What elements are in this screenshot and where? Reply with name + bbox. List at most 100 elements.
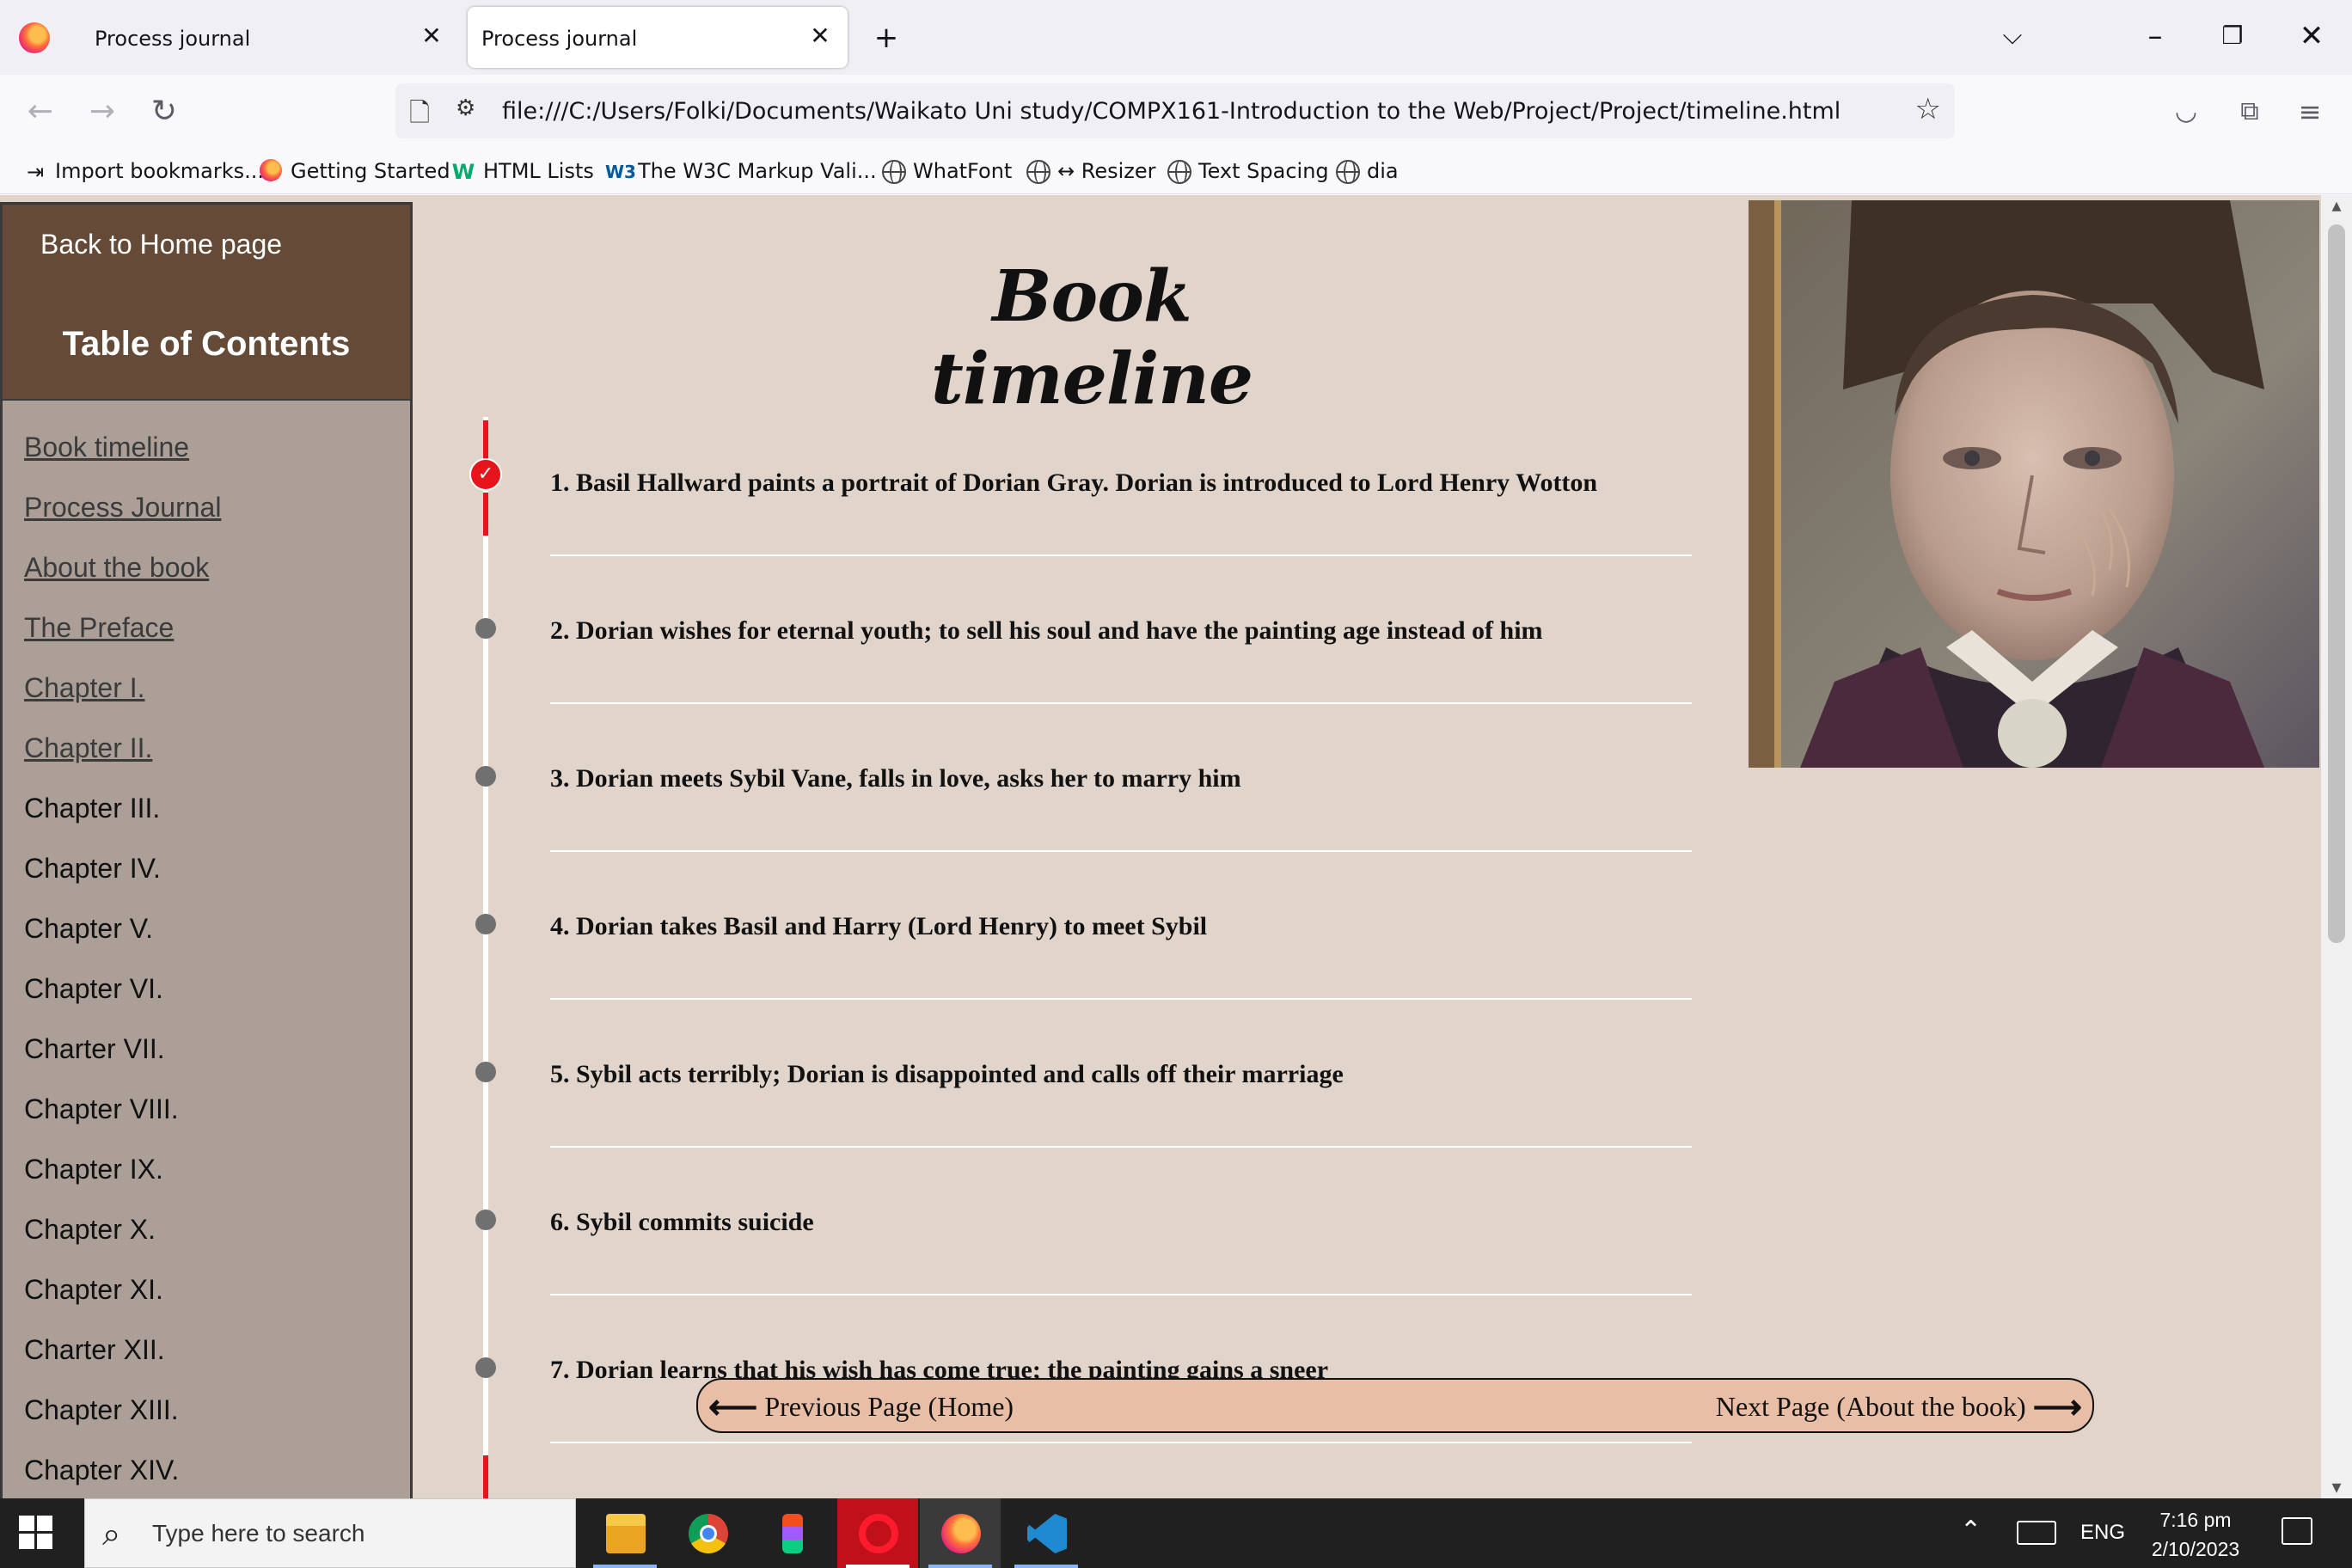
timeline-dot [475, 766, 496, 787]
back-to-home-link[interactable]: Back to Home page [40, 229, 282, 260]
scroll-up-arrow-icon[interactable]: ▴ [2321, 195, 2352, 217]
timeline-progress-bottom [483, 493, 488, 536]
close-window-icon[interactable]: ✕ [2292, 19, 2331, 53]
tab-process-journal-2[interactable]: Process journal ✕ [468, 7, 848, 68]
firefox-taskbar-icon[interactable] [920, 1498, 1001, 1568]
restore-window-icon[interactable]: ❐ [2213, 19, 2252, 53]
hamburger-menu-icon[interactable]: ≡ [2290, 92, 2330, 132]
show-hidden-icons-chevron-icon[interactable]: ⌃ [1960, 1516, 1981, 1546]
timeline-event-text: 2. Dorian wishes for eternal youth; to s… [550, 616, 1543, 645]
navigation-toolbar: ← → ↻ 🗋 ⚙ file:///C:/Users/Folki/Documen… [0, 75, 2352, 148]
language-indicator[interactable]: ENG [2080, 1521, 2125, 1545]
permissions-icon[interactable]: ⚙ [456, 95, 475, 121]
w3c-icon: W3 [605, 162, 636, 182]
vertical-scrollbar[interactable]: ▴ ▾ [2321, 195, 2352, 1498]
page-file-icon: 🗋 [409, 98, 431, 128]
close-tab-icon[interactable]: ✕ [805, 21, 836, 52]
new-tab-button[interactable]: + [867, 21, 906, 55]
toc-item[interactable]: Book timeline [24, 430, 221, 490]
chrome-icon[interactable] [667, 1498, 748, 1568]
previous-page-link[interactable]: ⟵ Previous Page (Home) [708, 1387, 1014, 1427]
bookmark-dia[interactable]: dia [1336, 156, 1399, 186]
toc-item[interactable]: Chapter II. [24, 731, 221, 791]
opera-icon[interactable] [837, 1498, 918, 1568]
windows-start-icon[interactable] [19, 1516, 53, 1550]
timeline-dot [475, 1357, 496, 1378]
close-tab-icon[interactable]: ✕ [416, 21, 447, 52]
bookmark-text-spacing[interactable]: Text Spacing [1167, 156, 1329, 186]
firefox-menu-icon[interactable] [19, 22, 50, 53]
toc-item: Chapter III. [24, 793, 161, 824]
toc-item: Chapter V. [24, 913, 154, 944]
page-viewport: Back to Home page Table of Contents Book… [0, 195, 2352, 1498]
tab-title: Process journal [481, 27, 638, 51]
bookmark-w3c-validator[interactable]: W3The W3C Markup Vali... [605, 156, 877, 186]
bookmark-resizer[interactable]: ↔ Resizer [1026, 156, 1156, 186]
toc-item: Chapter IV. [24, 853, 161, 884]
toc-item[interactable]: Chapter I. [24, 671, 221, 731]
toc-item: Chapter X. [24, 1214, 156, 1245]
timeline-event-text: 6. Sybil commits suicide [550, 1208, 814, 1236]
figma-icon[interactable] [751, 1498, 832, 1568]
extensions-icon[interactable]: ⧉ [2230, 92, 2269, 132]
notifications-icon[interactable] [2282, 1517, 2312, 1545]
globe-icon [1026, 160, 1050, 184]
timeline-progress-top [483, 420, 488, 460]
toc-item: Chapter IX. [24, 1154, 163, 1185]
toc-item: Chapter VI. [24, 973, 163, 1004]
timeline-dot [475, 1210, 496, 1230]
timeline-event: 5. Sybil acts terribly; Dorian is disapp… [550, 1000, 1692, 1148]
back-arrow-icon[interactable]: ← [21, 92, 60, 132]
import-icon: ⇥ [26, 160, 45, 184]
file-explorer-icon[interactable] [585, 1498, 665, 1568]
bookmark-star-icon[interactable]: ☆ [1915, 92, 1941, 126]
clock[interactable]: 7:16 pm 2/10/2023 [2144, 1505, 2247, 1564]
list-tabs-chevron-icon[interactable]: ⌵ [1993, 19, 2032, 53]
timeline-event: 6. Sybil commits suicide [550, 1148, 1692, 1295]
reload-icon[interactable]: ↻ [144, 92, 184, 132]
timeline-dot [475, 914, 496, 934]
toc-item: Charter XII. [24, 1334, 165, 1365]
tab-title: Process journal [95, 27, 251, 51]
timeline-event: 1. Basil Hallward paints a portrait of D… [550, 408, 1692, 556]
bookmark-getting-started[interactable]: Getting Started [258, 156, 450, 186]
timeline-event: 4. Dorian takes Basil and Harry (Lord He… [550, 852, 1692, 1000]
sidebar: Back to Home page Table of Contents Book… [0, 202, 413, 1498]
search-placeholder: Type here to search [152, 1520, 365, 1547]
toc-list: Book timeline Process Journal About the bo… [24, 430, 221, 1498]
timeline-dot [475, 618, 496, 639]
next-page-link[interactable]: Next Page (About the book) ⟶ [1716, 1387, 2082, 1427]
bookmark-html-lists[interactable]: W HTML Lists [450, 156, 594, 186]
minimize-window-icon[interactable]: – [2135, 19, 2175, 53]
w3schools-icon: W [451, 160, 475, 184]
toc-item: Chapter XIII. [24, 1394, 179, 1425]
timeline-check-icon: ✓ [469, 458, 502, 491]
forward-arrow-icon[interactable]: → [83, 92, 122, 132]
globe-icon [1167, 160, 1191, 184]
tab-process-journal-1[interactable]: Process journal ✕ [81, 7, 459, 68]
timeline-event: 3. Dorian meets Sybil Vane, falls in lov… [550, 704, 1692, 852]
left-arrow-icon: ⟵ [708, 1387, 758, 1426]
timeline-track [483, 417, 488, 1498]
toc-item[interactable]: Process Journal [24, 490, 221, 550]
bookmark-import[interactable]: ⇥ Import bookmarks... [22, 156, 264, 186]
url-text[interactable]: file:///C:/Users/Folki/Documents/Waikato… [502, 98, 1841, 125]
address-bar[interactable]: 🗋 ⚙ file:///C:/Users/Folki/Documents/Wai… [395, 83, 1955, 138]
toc-item: Chapter XIV. [24, 1455, 180, 1485]
touch-keyboard-icon[interactable] [2017, 1521, 2056, 1545]
taskbar-search-box[interactable]: ⌕ Type here to search [84, 1498, 576, 1568]
vscode-icon[interactable] [1006, 1498, 1087, 1568]
scroll-down-arrow-icon[interactable]: ▾ [2321, 1477, 2352, 1498]
globe-icon [1336, 160, 1360, 184]
timeline-event-text: 5. Sybil acts terribly; Dorian is disapp… [550, 1060, 1344, 1088]
timeline-event-text: 4. Dorian takes Basil and Harry (Lord He… [550, 912, 1208, 940]
toc-item: Charter VII. [24, 1033, 165, 1064]
scroll-thumb[interactable] [2328, 224, 2345, 943]
toc-item[interactable]: About the book [24, 550, 221, 610]
pocket-icon[interactable]: ◡ [2166, 92, 2206, 132]
toc-item[interactable]: The Preface [24, 610, 221, 671]
timeline-event: 2. Dorian wishes for eternal youth; to s… [550, 556, 1692, 704]
page-navigation-bar: ⟵ Previous Page (Home) Next Page (About … [696, 1378, 2094, 1433]
bookmark-whatfont[interactable]: WhatFont [882, 156, 1012, 186]
search-icon: ⌕ [102, 1515, 121, 1553]
